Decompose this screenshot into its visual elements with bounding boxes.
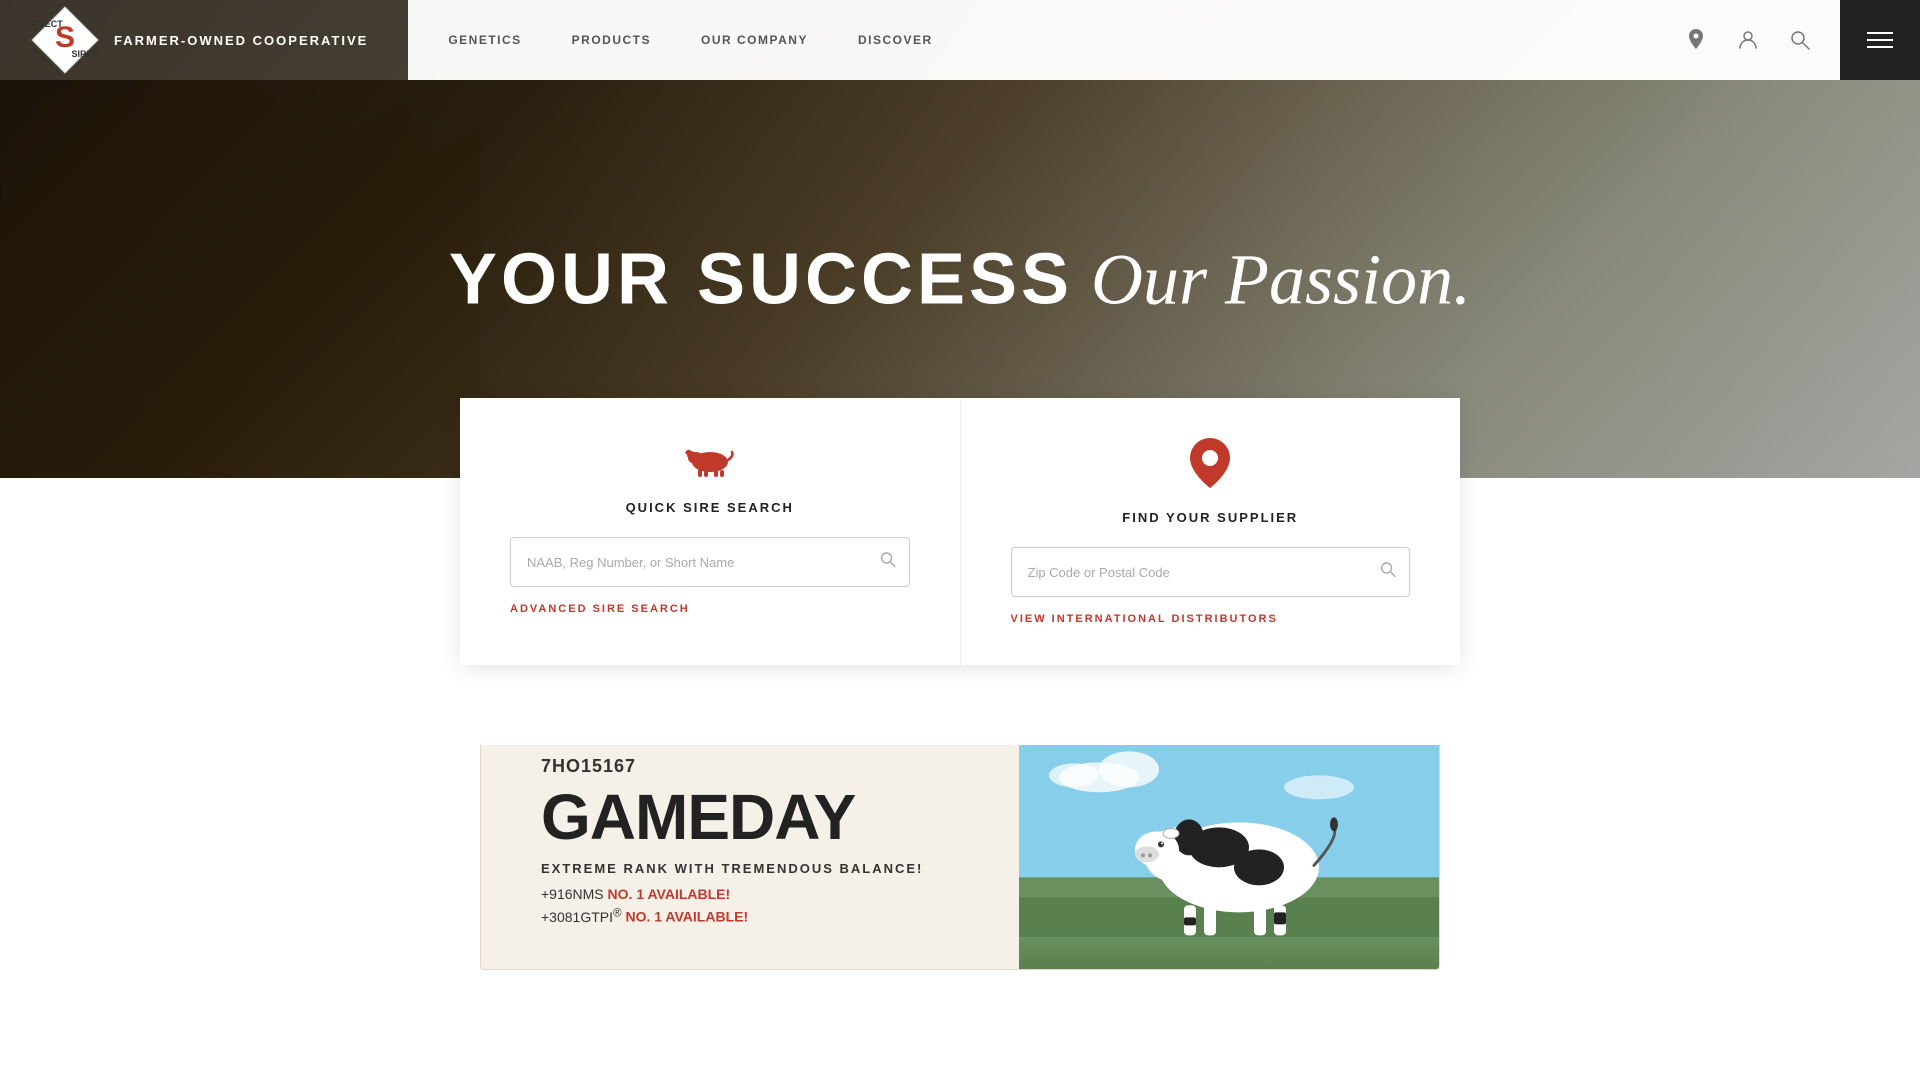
account-icon — [1738, 30, 1758, 50]
hero-text-script: Our Passion. — [1073, 240, 1471, 320]
nav-icons-area — [1656, 0, 1840, 80]
location-icon-button[interactable] — [1680, 24, 1712, 56]
feature-bull-tagline: EXTREME RANK WITH TREMENDOUS BALANCE! — [541, 861, 969, 876]
supplier-search-input-wrap — [1011, 547, 1411, 597]
location-pin-icon — [1189, 438, 1231, 498]
nav-links-area: GENETICS PRODUCTS OUR COMPANY DISCOVER — [408, 0, 1656, 80]
location-icon — [1687, 29, 1705, 51]
nav-link-our-company[interactable]: OUR COMPANY — [701, 33, 808, 47]
hero-text-bold: YOUR SUCCESS — [449, 240, 1073, 320]
feature-stat-1-highlight: NO. 1 AVAILABLE! — [608, 886, 731, 902]
feature-stat-2-label: +3081GTPI® — [541, 909, 625, 925]
feature-stat-1-label: +916NMS — [541, 886, 608, 902]
feature-bull-name: GAMEDAY — [541, 785, 969, 849]
supplier-search-magnifier-icon — [1380, 562, 1396, 583]
account-icon-button[interactable] — [1732, 24, 1764, 56]
sire-search-title: QUICK SIRE SEARCH — [626, 500, 794, 515]
svg-text:SIRES: SIRES — [71, 49, 98, 59]
search-icon — [1790, 30, 1810, 50]
hero-headline: YOUR SUCCESS Our Passion. — [449, 239, 1471, 322]
feature-stat-1: +916NMS NO. 1 AVAILABLE! — [541, 886, 969, 902]
supplier-search-title: FIND YOUR SUPPLIER — [1122, 510, 1298, 525]
feature-bull-id: 7HO15167 — [541, 756, 969, 777]
sire-search-panel: QUICK SIRE SEARCH ADVANCED SIRE SEARCH — [460, 398, 961, 665]
feature-text-area: 7HO15167 GAMEDAY EXTREME RANK WITH TREME… — [481, 706, 1019, 969]
sire-search-magnifier-icon — [880, 552, 896, 573]
advanced-sire-search-link[interactable]: ADVANCED SIRE SEARCH — [510, 603, 690, 615]
search-icon-button[interactable] — [1784, 24, 1816, 56]
feature-bull-image — [1019, 706, 1439, 969]
search-section: QUICK SIRE SEARCH ADVANCED SIRE SEARCH — [460, 398, 1460, 665]
navbar: S SELECT SIRES FARMER-OWNED COOPERATIVE … — [0, 0, 1920, 80]
brand-area: S SELECT SIRES FARMER-OWNED COOPERATIVE — [0, 0, 408, 80]
sire-search-input-wrap — [510, 537, 910, 587]
feature-stat-2: +3081GTPI® NO. 1 AVAILABLE! — [541, 906, 969, 925]
logo-icon: S SELECT SIRES — [30, 5, 100, 75]
supplier-search-input[interactable] — [1011, 547, 1411, 597]
svg-text:SELECT: SELECT — [30, 19, 63, 29]
nav-link-genetics[interactable]: GENETICS — [448, 33, 521, 47]
sire-search-input[interactable] — [510, 537, 910, 587]
hamburger-button[interactable] — [1840, 0, 1920, 80]
supplier-search-panel: FIND YOUR SUPPLIER VIEW INTERNATIONAL DI… — [961, 398, 1461, 665]
hamburger-icon — [1867, 32, 1893, 48]
brand-name: FARMER-OWNED COOPERATIVE — [114, 33, 368, 48]
nav-link-products[interactable]: PRODUCTS — [572, 33, 651, 47]
cow-icon — [682, 438, 737, 488]
international-distributors-link[interactable]: VIEW INTERNATIONAL DISTRIBUTORS — [1011, 613, 1278, 625]
nav-link-discover[interactable]: DISCOVER — [858, 33, 933, 47]
feature-stat-2-highlight: NO. 1 AVAILABLE! — [625, 909, 748, 925]
